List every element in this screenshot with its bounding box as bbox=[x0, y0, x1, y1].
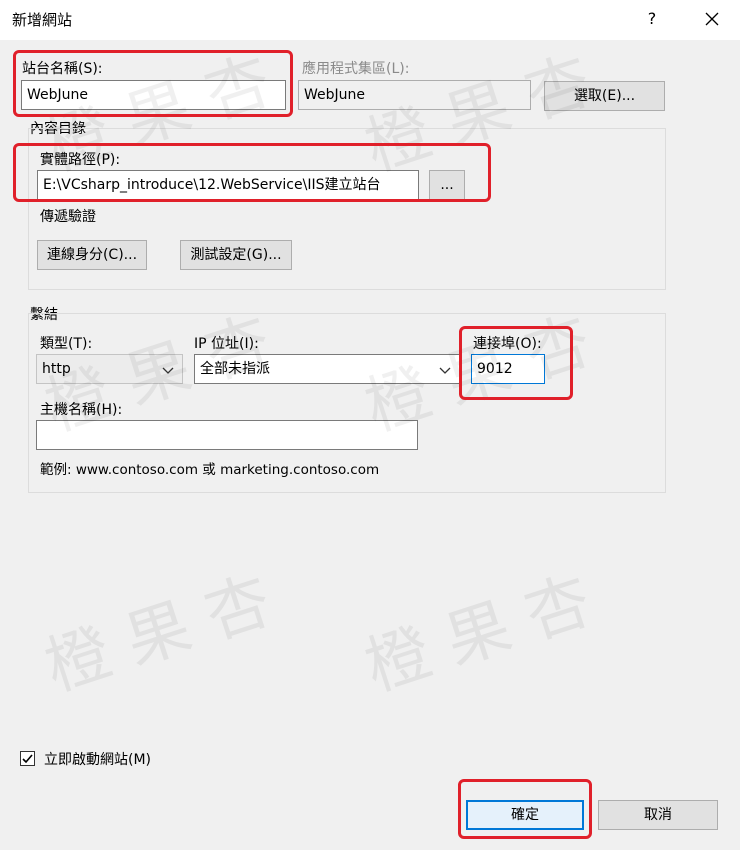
close-icon[interactable] bbox=[700, 6, 724, 32]
test-settings-button[interactable]: 測試設定(G)... bbox=[180, 240, 292, 270]
type-select[interactable]: http bbox=[36, 354, 183, 384]
help-icon[interactable]: ? bbox=[640, 6, 664, 32]
chevron-down-icon bbox=[162, 367, 174, 374]
browse-button[interactable]: ... bbox=[429, 170, 465, 200]
port-label: 連接埠(O): bbox=[473, 336, 542, 352]
app-pool-input: WebJune bbox=[298, 80, 531, 110]
watermark: 橙果杏 bbox=[356, 557, 620, 706]
start-immediately-checkbox[interactable] bbox=[20, 751, 35, 766]
window-title: 新增網站 bbox=[12, 11, 73, 29]
host-input[interactable] bbox=[36, 420, 418, 450]
watermark: 橙果杏 bbox=[36, 557, 300, 706]
host-example: 範例: www.contoso.com 或 marketing.contoso.… bbox=[40, 462, 380, 478]
site-name-input[interactable]: WebJune bbox=[21, 80, 286, 110]
ok-button[interactable]: 確定 bbox=[466, 800, 584, 830]
ip-select[interactable]: 全部未指派 bbox=[194, 354, 460, 384]
site-name-label: 站台名稱(S): bbox=[22, 61, 103, 77]
physical-path-label: 實體路徑(P): bbox=[40, 152, 121, 168]
title-bar bbox=[0, 0, 740, 40]
cancel-button[interactable]: 取消 bbox=[598, 800, 718, 830]
ip-label: IP 位址(I): bbox=[194, 336, 259, 352]
type-label: 類型(T): bbox=[40, 336, 93, 352]
physical-path-input[interactable]: E:\VCsharp_introduce\12.WebService\IIS建立… bbox=[37, 170, 419, 200]
pass-through-label: 傳遞驗證 bbox=[40, 209, 96, 225]
select-app-pool-button[interactable]: 選取(E)... bbox=[544, 81, 665, 111]
port-input[interactable]: 9012 bbox=[471, 354, 545, 384]
chevron-down-icon bbox=[439, 367, 451, 374]
host-label: 主機名稱(H): bbox=[40, 402, 123, 418]
type-value: http bbox=[42, 361, 71, 377]
ip-value: 全部未指派 bbox=[200, 361, 270, 377]
connect-as-button[interactable]: 連線身分(C)... bbox=[37, 240, 147, 270]
app-pool-label: 應用程式集區(L): bbox=[302, 61, 410, 77]
start-immediately-label: 立即啟動網站(M) bbox=[44, 752, 152, 768]
check-icon bbox=[22, 754, 33, 764]
